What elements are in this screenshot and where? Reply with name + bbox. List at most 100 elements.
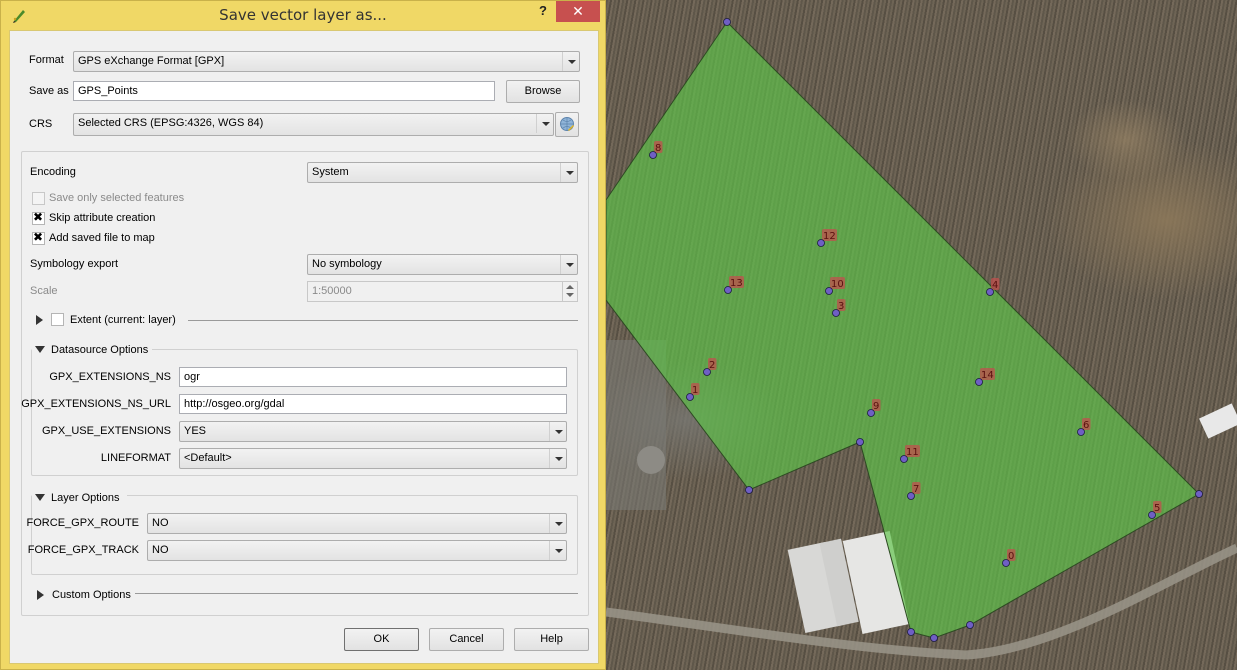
layer-options-header[interactable]: Layer Options: [32, 490, 127, 506]
extent-label: Extent (current: layer): [70, 314, 176, 326]
title-bar[interactable]: Save vector layer as... ? ✕: [1, 1, 605, 30]
chevron-down-icon: [549, 514, 566, 533]
format-select[interactable]: GPS eXchange Format [GPX]: [73, 51, 580, 72]
point-label: 14: [981, 370, 994, 381]
encoding-select[interactable]: System: [307, 162, 578, 183]
ok-button[interactable]: OK: [344, 628, 419, 651]
divider: [135, 593, 578, 594]
datasource-field-label: GPX_USE_EXTENSIONS: [42, 425, 171, 437]
help-button[interactable]: Help: [514, 628, 589, 651]
point-label: 6: [1083, 420, 1089, 431]
vertex-marker: [930, 634, 938, 642]
layer-options-group: [31, 495, 578, 575]
custom-options-title: Custom Options: [52, 589, 131, 601]
datasource-field-select[interactable]: <Default>: [179, 448, 567, 469]
datasource-field-input[interactable]: http://osgeo.org/gdal: [179, 394, 567, 414]
map-canvas[interactable]: 0 1 2 3 4 5 6 7 8 9 10 11 12 13 14: [606, 0, 1237, 670]
chevron-down-icon: [549, 449, 566, 468]
vertex-marker: [907, 628, 915, 636]
datasource-field-value: <Default>: [184, 452, 232, 464]
collapse-icon: [35, 494, 45, 501]
chevron-down-icon: [549, 422, 566, 441]
dialog-title: Save vector layer as...: [219, 6, 387, 24]
point-label: 2: [709, 360, 715, 371]
point-label: 5: [1154, 503, 1160, 514]
add-to-map-label: Add saved file to map: [49, 232, 155, 244]
symbology-label: Symbology export: [30, 258, 119, 270]
chevron-down-icon: [536, 114, 553, 133]
save-selected-checkbox[interactable]: [32, 192, 45, 205]
skip-attribute-label: Skip attribute creation: [49, 212, 156, 224]
chevron-down-icon: [560, 255, 577, 274]
save-selected-label: Save only selected features: [49, 192, 185, 204]
datasource-field-value: YES: [184, 425, 207, 437]
layer-field-label: FORCE_GPX_TRACK: [27, 544, 139, 556]
add-to-map-checkbox[interactable]: [32, 230, 45, 245]
vertex-marker: [856, 438, 864, 446]
expand-icon: [37, 590, 44, 600]
point-label: 12: [823, 231, 836, 242]
vertex-marker: [1195, 490, 1203, 498]
scale-spinbox[interactable]: 1:50000: [307, 281, 578, 302]
vertex-marker: [966, 621, 974, 629]
symbology-select[interactable]: No symbology: [307, 254, 578, 275]
point-label: 3: [838, 301, 844, 312]
globe-icon: [560, 117, 574, 131]
datasource-field-label: GPX_EXTENSIONS_NS: [49, 371, 171, 383]
crs-select[interactable]: Selected CRS (EPSG:4326, WGS 84): [73, 113, 554, 136]
format-label: Format: [29, 54, 64, 66]
datasource-field-select[interactable]: YES: [179, 421, 567, 442]
crs-value: Selected CRS (EPSG:4326, WGS 84): [78, 117, 264, 129]
chevron-down-icon: [549, 541, 566, 560]
custom-options-header[interactable]: Custom Options: [32, 587, 142, 603]
map-layers: 01234567891011121314: [606, 18, 1237, 660]
close-button[interactable]: ✕: [556, 1, 600, 22]
scale-value: 1:50000: [312, 285, 352, 297]
datasource-field-value: http://osgeo.org/gdal: [184, 398, 285, 410]
save-as-value: GPS_Points: [78, 85, 138, 97]
point-label: 11: [906, 447, 919, 458]
layer-field-value: NO: [152, 544, 169, 556]
save-as-label: Save as: [29, 85, 69, 97]
extent-checkbox[interactable]: [51, 313, 64, 326]
crs-label: CRS: [29, 118, 53, 130]
select-crs-button[interactable]: [555, 112, 579, 137]
layer-options-title: Layer Options: [51, 492, 120, 504]
skip-attribute-checkbox[interactable]: [32, 210, 45, 225]
field-polygon: [606, 21, 1200, 639]
divider: [188, 320, 578, 321]
browse-button[interactable]: Browse: [506, 80, 580, 103]
format-value: GPS eXchange Format [GPX]: [78, 55, 225, 67]
point-label: 7: [913, 484, 919, 495]
symbology-value: No symbology: [312, 258, 382, 270]
vertex-marker: [723, 18, 731, 26]
cancel-button[interactable]: Cancel: [429, 628, 504, 651]
datasource-field-label: GPX_EXTENSIONS_NS_URL: [21, 398, 171, 410]
layer-field-value: NO: [152, 517, 169, 529]
datasource-field-value: ogr: [184, 371, 200, 383]
point-label: 1: [692, 385, 698, 396]
point-label: 9: [873, 401, 879, 412]
point-label: 4: [992, 280, 998, 291]
vertex-marker: [745, 486, 753, 494]
datasource-field-input[interactable]: ogr: [179, 367, 567, 387]
context-help-button[interactable]: ?: [534, 2, 552, 22]
save-as-input[interactable]: GPS_Points: [73, 81, 495, 101]
datasource-title: Datasource Options: [51, 344, 149, 356]
chevron-down-icon: [562, 52, 579, 71]
spin-arrows-icon[interactable]: [562, 282, 577, 301]
encoding-label: Encoding: [30, 166, 76, 178]
datasource-header[interactable]: Datasource Options: [32, 342, 152, 358]
chevron-down-icon: [560, 163, 577, 182]
scale-label: Scale: [30, 285, 58, 297]
save-vector-layer-dialog: Save vector layer as... ? ✕ Format GPS e…: [0, 0, 606, 670]
datasource-field-label: LINEFORMAT: [100, 452, 171, 464]
encoding-value: System: [312, 166, 349, 178]
expand-extent-icon[interactable]: [36, 315, 43, 325]
point-label: 0: [1008, 551, 1014, 562]
layer-field-select[interactable]: NO: [147, 540, 567, 561]
point-label: 8: [655, 143, 661, 154]
layer-field-select[interactable]: NO: [147, 513, 567, 534]
layer-field-label: FORCE_GPX_ROUTE: [26, 517, 139, 529]
point-label: 13: [730, 278, 743, 289]
